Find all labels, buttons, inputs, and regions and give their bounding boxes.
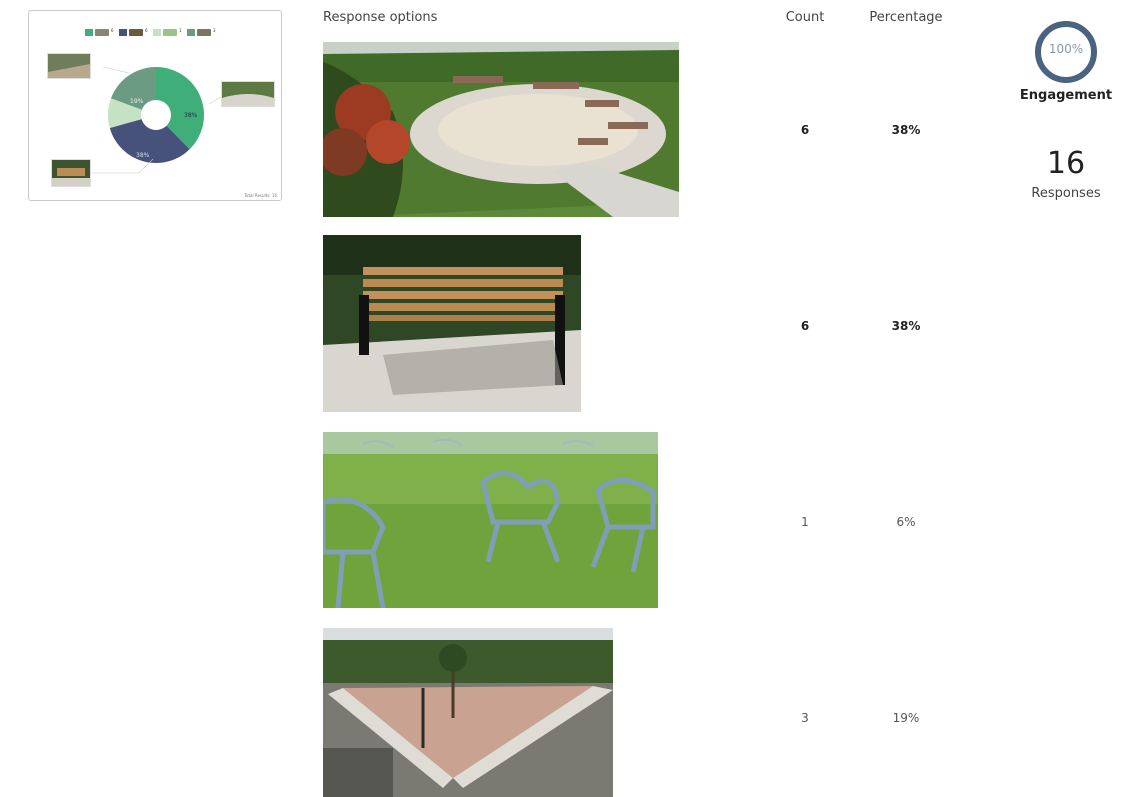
option-image-circular-plaza[interactable] xyxy=(323,42,679,217)
option-image-triangular-plaza[interactable] xyxy=(323,628,613,797)
option-image-wooden-bench[interactable] xyxy=(323,235,581,412)
row-count: 1 xyxy=(801,515,809,529)
result-chart-thumbnail[interactable]: 6 6 1 3 38% 38% 19% Total Results: 16 xyxy=(28,10,282,201)
engagement-value: 100% xyxy=(1048,42,1084,56)
row-percentage: 38% xyxy=(891,123,921,137)
thumbnail-image-plaza xyxy=(47,53,91,79)
row-percentage: 38% xyxy=(891,319,921,333)
row-percentage: 19% xyxy=(892,711,920,725)
row-count: 6 xyxy=(800,123,810,137)
engagement-label: Engagement xyxy=(1019,88,1113,103)
thumbnail-image-curved-benches xyxy=(221,81,275,107)
slice-label: 19% xyxy=(130,98,144,105)
responses-count: 16 xyxy=(1046,146,1086,181)
row-count: 3 xyxy=(801,711,809,725)
responses-label: Responses xyxy=(1031,186,1101,201)
row-percentage: 6% xyxy=(896,515,916,529)
option-image-blue-chairs[interactable] xyxy=(323,432,658,608)
header-percentage: Percentage xyxy=(869,10,943,25)
slice-label: 38% xyxy=(136,152,150,159)
row-count: 6 xyxy=(800,319,810,333)
total-results-label: Total Results: 16 xyxy=(244,193,277,198)
slice-label: 38% xyxy=(184,112,198,119)
thumbnail-image-bench xyxy=(51,159,91,187)
header-count: Count xyxy=(785,10,825,25)
header-response-options: Response options xyxy=(323,10,438,25)
